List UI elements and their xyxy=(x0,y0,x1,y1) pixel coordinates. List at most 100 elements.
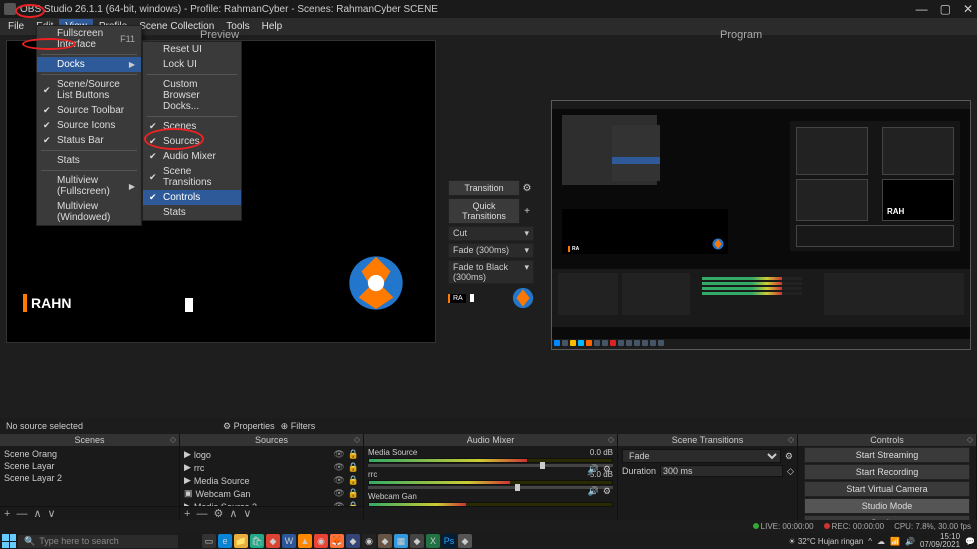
docks-scenes[interactable]: ✔Scenes xyxy=(143,119,241,134)
view-multiview-windowed[interactable]: Multiview (Windowed) xyxy=(37,199,141,225)
excel-icon[interactable]: X xyxy=(426,534,440,548)
docks-controls[interactable]: ✔Controls xyxy=(143,190,241,205)
docks-reset[interactable]: Reset UI xyxy=(143,42,241,57)
eye-icon[interactable]: 👁 xyxy=(333,449,344,460)
scene-down-button[interactable]: ∨ xyxy=(48,507,56,520)
view-multiview-fullscreen[interactable]: Multiview (Fullscreen)▶ xyxy=(37,173,141,199)
firefox-icon[interactable]: 🦊 xyxy=(330,534,344,548)
docks-sources[interactable]: ✔Sources xyxy=(143,134,241,149)
remove-source-button[interactable]: — xyxy=(196,508,207,520)
cut-transition[interactable]: Cut▾ xyxy=(448,226,534,241)
app-icon[interactable]: ◆ xyxy=(266,534,280,548)
gear-icon[interactable]: ⚙ xyxy=(520,183,534,194)
app-icon[interactable]: ◆ xyxy=(378,534,392,548)
remove-scene-button[interactable]: — xyxy=(16,508,27,520)
view-fullscreen[interactable]: Fullscreen InterfaceF11 xyxy=(37,26,141,52)
scene-transitions-header[interactable]: Scene Transitions xyxy=(618,434,797,446)
studio-mode-button[interactable]: Studio Mode xyxy=(804,498,970,514)
add-source-button[interactable]: + xyxy=(184,508,190,520)
source-item[interactable]: ▶logo👁🔒 xyxy=(184,448,359,461)
sources-header[interactable]: Sources xyxy=(180,434,363,446)
scene-item[interactable]: Scene Layar 2 xyxy=(4,472,175,484)
fade-transition[interactable]: Fade (300ms)▾ xyxy=(448,243,534,258)
gear-icon[interactable]: ⚙ xyxy=(785,451,793,462)
docks-lock[interactable]: Lock UI xyxy=(143,57,241,72)
app-icon[interactable]: ◆ xyxy=(410,534,424,548)
plus-icon[interactable]: + xyxy=(520,206,534,217)
weather-widget[interactable]: ☀ 32°C Hujan ringan xyxy=(788,537,863,546)
tray-chevron-icon[interactable]: ^ xyxy=(868,537,872,546)
scene-item[interactable]: Scene Layar xyxy=(4,460,175,472)
source-up-button[interactable]: ∧ xyxy=(229,507,237,520)
app-icon[interactable]: ◆ xyxy=(346,534,360,548)
explorer-icon[interactable]: 📁 xyxy=(234,534,248,548)
start-virtual-camera-button[interactable]: Start Virtual Camera xyxy=(804,481,970,497)
start-recording-button[interactable]: Start Recording xyxy=(804,464,970,480)
view-source-icons[interactable]: ✔Source Icons xyxy=(37,118,141,133)
lock-icon[interactable]: 🔒 xyxy=(348,488,359,499)
menu-file[interactable]: File xyxy=(2,19,30,34)
photoshop-icon[interactable]: Ps xyxy=(442,534,456,548)
store-icon[interactable]: 🛍 xyxy=(250,534,264,548)
maximize-button[interactable]: ▢ xyxy=(940,2,951,16)
task-view-icon[interactable]: ▭ xyxy=(202,534,216,548)
taskbar-search[interactable]: 🔍Type here to search xyxy=(18,535,178,548)
eye-icon[interactable]: 👁 xyxy=(333,475,344,486)
wifi-icon[interactable]: 📶 xyxy=(890,537,900,546)
scenes-header[interactable]: Scenes xyxy=(0,434,179,446)
transition-select[interactable]: Fade xyxy=(622,449,781,463)
start-button[interactable] xyxy=(2,534,16,548)
vlc-icon[interactable]: ▲ xyxy=(298,534,312,548)
lock-icon[interactable]: 🔒 xyxy=(348,449,359,460)
view-stats[interactable]: Stats xyxy=(37,153,141,168)
controls-header[interactable]: Controls xyxy=(798,434,976,446)
fade-black-transition[interactable]: Fade to Black (300ms)▾ xyxy=(448,260,534,284)
source-settings-button[interactable]: ⚙ xyxy=(213,507,223,520)
docks-stats[interactable]: Stats xyxy=(143,205,241,220)
transition-button[interactable]: Transition xyxy=(448,180,520,196)
gear-icon[interactable]: ⚙ xyxy=(603,486,611,497)
speaker-icon[interactable]: 🔊 xyxy=(588,486,599,497)
source-down-button[interactable]: ∨ xyxy=(243,507,251,520)
source-item[interactable]: ▶rrc👁🔒 xyxy=(184,461,359,474)
lock-icon[interactable]: 🔒 xyxy=(348,475,359,486)
onedrive-icon[interactable]: ☁ xyxy=(877,537,885,546)
menu-help[interactable]: Help xyxy=(256,19,289,34)
word-icon[interactable]: W xyxy=(282,534,296,548)
volume-slider[interactable] xyxy=(515,484,520,491)
edge-icon[interactable]: e xyxy=(218,534,232,548)
clock[interactable]: 15:1007/09/2021 xyxy=(920,533,960,549)
obs-icon[interactable]: ◉ xyxy=(362,534,376,548)
docks-scene-transitions[interactable]: ✔Scene Transitions xyxy=(143,164,241,190)
docks-audio-mixer[interactable]: ✔Audio Mixer xyxy=(143,149,241,164)
eye-icon[interactable]: 👁 xyxy=(333,488,344,499)
minimize-button[interactable]: — xyxy=(916,2,928,16)
mixer-header[interactable]: Audio Mixer xyxy=(364,434,617,446)
speaker-icon[interactable]: 🔊 xyxy=(588,464,599,475)
scene-item[interactable]: Scene Orang xyxy=(4,448,175,460)
docks-custom[interactable]: Custom Browser Docks... xyxy=(143,77,241,114)
gear-icon[interactable]: ⚙ xyxy=(603,464,611,475)
chrome-icon[interactable]: ◉ xyxy=(314,534,328,548)
lock-icon[interactable]: 🔒 xyxy=(348,462,359,473)
eye-icon[interactable]: 👁 xyxy=(333,462,344,473)
scene-up-button[interactable]: ∧ xyxy=(33,507,41,520)
add-scene-button[interactable]: + xyxy=(4,508,10,520)
close-button[interactable]: ✕ xyxy=(963,2,973,16)
app-icon[interactable]: ◆ xyxy=(458,534,472,548)
duration-input[interactable] xyxy=(660,465,783,477)
volume-icon[interactable]: 🔊 xyxy=(905,537,915,546)
program-viewport[interactable]: RA RAH xyxy=(551,100,971,350)
stepper-icon[interactable]: ◇ xyxy=(787,466,794,477)
source-item[interactable]: ▣Webcam Gan👁🔒 xyxy=(184,487,359,500)
properties-button[interactable]: ⚙ Properties xyxy=(223,421,275,432)
system-tray[interactable]: ☀ 32°C Hujan ringan ^ ☁ 📶 🔊 15:1007/09/2… xyxy=(788,533,975,549)
view-docks[interactable]: Docks▶ xyxy=(37,57,141,72)
notifications-icon[interactable]: 💬 xyxy=(965,537,975,546)
3d-icon[interactable]: ▦ xyxy=(394,534,408,548)
start-streaming-button[interactable]: Start Streaming xyxy=(804,447,970,463)
view-status-bar[interactable]: ✔Status Bar xyxy=(37,133,141,148)
volume-slider[interactable] xyxy=(540,462,545,469)
source-item[interactable]: ▶Media Source👁🔒 xyxy=(184,474,359,487)
filters-button[interactable]: ⊕ Filters xyxy=(281,421,316,432)
